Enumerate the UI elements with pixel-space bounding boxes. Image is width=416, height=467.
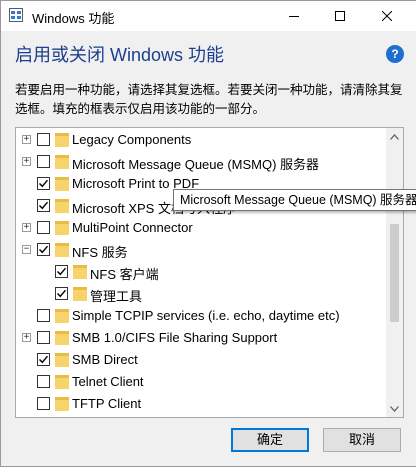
- feature-row[interactable]: TFTP Client: [16, 393, 386, 415]
- folder-icon: [55, 155, 69, 169]
- checkmark-icon: [39, 201, 49, 210]
- folder-icon: [55, 133, 69, 147]
- feature-label: Simple TCPIP services (i.e. echo, daytim…: [72, 308, 340, 323]
- feature-checkbox[interactable]: [55, 265, 68, 278]
- folder-icon: [55, 353, 69, 367]
- feature-row[interactable]: NFS 客户端: [16, 261, 386, 283]
- feature-checkbox[interactable]: [37, 243, 50, 256]
- feature-label: NFS 服务: [72, 245, 128, 260]
- maximize-icon: [335, 11, 345, 21]
- folder-icon: [73, 265, 87, 279]
- folder-icon: [55, 221, 69, 235]
- checkmark-icon: [57, 289, 67, 298]
- windows-features-dialog: Windows 功能 启用或关闭 Windows 功能 ? 若要启用一种功能，请…: [0, 0, 416, 467]
- expand-icon[interactable]: +: [22, 223, 31, 232]
- feature-row[interactable]: − NFS 服务: [16, 239, 386, 261]
- feature-checkbox[interactable]: [37, 353, 50, 366]
- feature-checkbox[interactable]: [37, 199, 50, 212]
- feature-label: NFS 客户端: [90, 267, 159, 282]
- title-bar[interactable]: Windows 功能: [1, 1, 416, 31]
- feature-label: TFTP Client: [72, 396, 142, 411]
- window-title: Windows 功能: [32, 11, 115, 26]
- minimize-icon: [289, 16, 299, 17]
- chevron-up-icon: [390, 133, 399, 140]
- close-icon: [382, 11, 392, 21]
- feature-label: Telnet Client: [72, 374, 144, 389]
- cancel-button[interactable]: 取消: [323, 428, 401, 452]
- vertical-scrollbar[interactable]: [386, 128, 403, 417]
- feature-checkbox[interactable]: [37, 309, 50, 322]
- folder-icon: [55, 199, 69, 213]
- feature-row[interactable]: + MultiPoint Connector: [16, 217, 386, 239]
- folder-icon: [55, 177, 69, 191]
- folder-icon: [55, 375, 69, 389]
- scrollbar-thumb[interactable]: [390, 224, 399, 322]
- folder-icon: [55, 243, 69, 257]
- feature-label: MultiPoint Connector: [72, 220, 193, 235]
- feature-label: 管理工具: [90, 289, 143, 304]
- tooltip: Microsoft Message Queue (MSMQ) 服务器: [173, 189, 416, 211]
- feature-checkbox[interactable]: [37, 177, 50, 190]
- ok-button[interactable]: 确定: [231, 428, 309, 452]
- feature-row[interactable]: + Legacy Components: [16, 129, 386, 151]
- feature-row[interactable]: Simple TCPIP services (i.e. echo, daytim…: [16, 305, 386, 327]
- feature-label: Legacy Components: [72, 132, 192, 147]
- feature-checkbox[interactable]: [55, 287, 68, 300]
- feature-label: Microsoft Message Queue (MSMQ) 服务器: [72, 157, 320, 172]
- feature-label: SMB Direct: [72, 352, 138, 367]
- expand-icon[interactable]: +: [22, 135, 31, 144]
- checkmark-icon: [39, 179, 49, 188]
- scroll-down-button[interactable]: [386, 400, 403, 417]
- expand-icon[interactable]: +: [22, 333, 31, 342]
- folder-icon: [73, 287, 87, 301]
- checkmark-icon: [57, 267, 67, 276]
- feature-checkbox[interactable]: [37, 133, 50, 146]
- windows-features-app-icon: [9, 8, 23, 22]
- feature-checkbox[interactable]: [37, 155, 50, 168]
- page-heading: 启用或关闭 Windows 功能: [15, 45, 225, 65]
- feature-row[interactable]: 管理工具: [16, 283, 386, 305]
- feature-checkbox[interactable]: [37, 397, 50, 410]
- feature-row[interactable]: SMB Direct: [16, 349, 386, 371]
- features-tree[interactable]: + Legacy Components + Microsoft Message Que…: [15, 127, 404, 418]
- description-text: 若要启用一种功能，请选择其复选框。若要关闭一种功能，请清除其复选框。填充的框表示…: [15, 83, 403, 116]
- scroll-up-button[interactable]: [386, 128, 403, 145]
- feature-label: SMB 1.0/CIFS File Sharing Support: [72, 330, 278, 345]
- folder-icon: [55, 331, 69, 345]
- minimize-button[interactable]: [271, 1, 317, 31]
- folder-icon: [55, 397, 69, 411]
- checkmark-icon: [39, 245, 49, 254]
- feature-row[interactable]: + Microsoft Message Queue (MSMQ) 服务器: [16, 151, 386, 173]
- folder-icon: [55, 309, 69, 323]
- maximize-button[interactable]: [317, 1, 363, 31]
- feature-row[interactable]: Telnet Client: [16, 371, 386, 393]
- feature-checkbox[interactable]: [37, 331, 50, 344]
- feature-row[interactable]: + SMB 1.0/CIFS File Sharing Support: [16, 327, 386, 349]
- feature-checkbox[interactable]: [37, 375, 50, 388]
- help-icon[interactable]: ?: [386, 45, 404, 63]
- close-button[interactable]: [364, 1, 410, 31]
- collapse-icon[interactable]: −: [22, 245, 31, 254]
- chevron-down-icon: [390, 405, 399, 412]
- expand-icon[interactable]: +: [22, 157, 31, 166]
- checkmark-icon: [39, 355, 49, 364]
- feature-checkbox[interactable]: [37, 221, 50, 234]
